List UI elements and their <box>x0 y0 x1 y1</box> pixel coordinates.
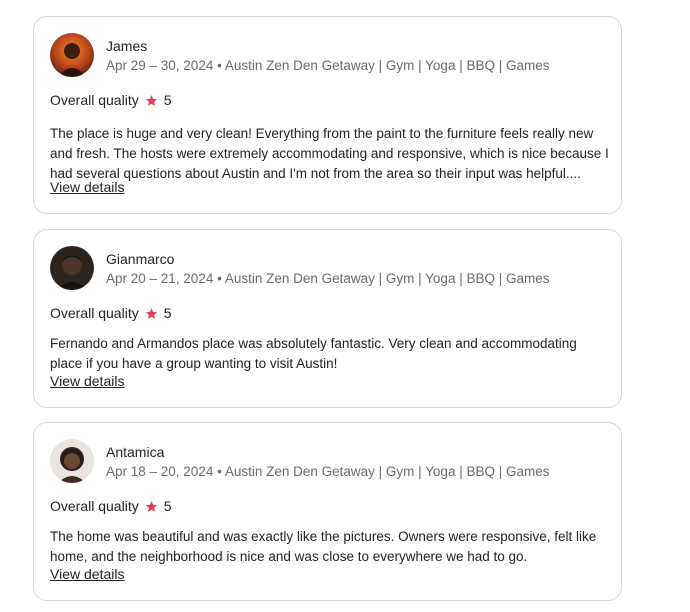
star-icon <box>145 94 158 107</box>
stay-info: Apr 18 – 20, 2024 • Austin Zen Den Getaw… <box>106 464 550 479</box>
star-icon <box>145 500 158 513</box>
review-card: Antamica Apr 18 – 20, 2024 • Austin Zen … <box>33 422 622 601</box>
review-text: The home was beautiful and was exactly l… <box>50 529 597 564</box>
avatar[interactable] <box>50 246 94 290</box>
review-text: The place is huge and very clean! Everyt… <box>50 126 609 181</box>
rating-row: Overall quality 5 <box>50 305 172 321</box>
rating-row: Overall quality 5 <box>50 92 172 108</box>
stay-info: Apr 29 – 30, 2024 • Austin Zen Den Getaw… <box>106 58 550 73</box>
stay-info: Apr 20 – 21, 2024 • Austin Zen Den Getaw… <box>106 271 550 286</box>
reviewer-name: Gianmarco <box>106 251 175 267</box>
rating-label: Overall quality <box>50 92 139 108</box>
avatar[interactable] <box>50 33 94 77</box>
rating-row: Overall quality 5 <box>50 498 172 514</box>
review-text: Fernando and Armandos place was absolute… <box>50 336 577 371</box>
rating-label: Overall quality <box>50 498 139 514</box>
rating-value: 5 <box>163 498 172 514</box>
reviewer-name: Antamica <box>106 444 165 460</box>
view-details-link[interactable]: View details <box>50 566 124 582</box>
rating-value: 5 <box>163 305 172 321</box>
review-list: James Apr 29 – 30, 2024 • Austin Zen Den… <box>0 0 690 612</box>
view-details-link[interactable]: View details <box>50 179 124 195</box>
review-card: James Apr 29 – 30, 2024 • Austin Zen Den… <box>33 16 622 214</box>
rating-label: Overall quality <box>50 305 139 321</box>
view-details-link[interactable]: View details <box>50 373 124 389</box>
avatar[interactable] <box>50 439 94 483</box>
review-card: Gianmarco Apr 20 – 21, 2024 • Austin Zen… <box>33 229 622 408</box>
reviewer-name: James <box>106 38 148 54</box>
star-icon <box>145 307 158 320</box>
rating-value: 5 <box>163 92 172 108</box>
